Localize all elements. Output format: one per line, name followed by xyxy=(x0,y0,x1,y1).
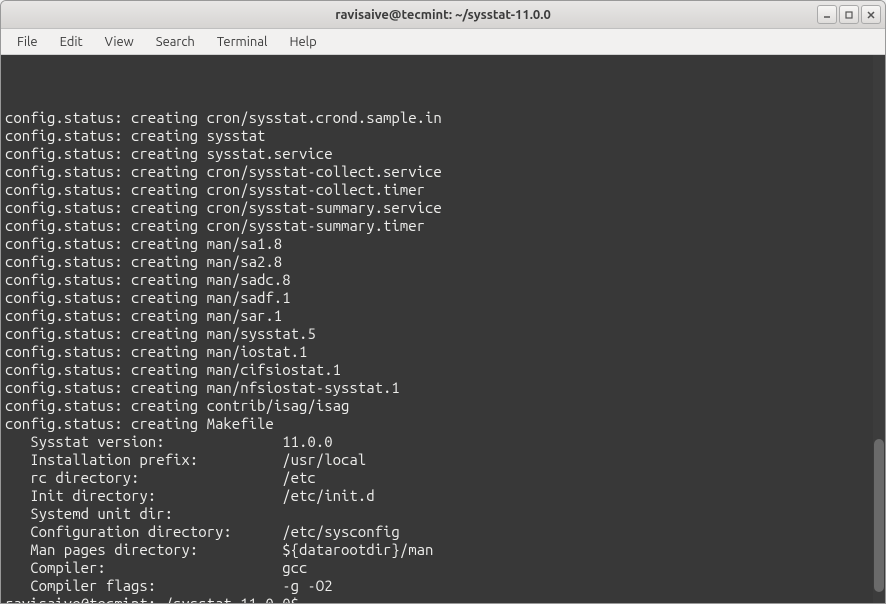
summary-line: Man pages directory: ${datarootdir}/man xyxy=(5,541,881,559)
summary-line: Systemd unit dir: xyxy=(5,505,881,523)
minimize-icon xyxy=(822,10,832,20)
config-status-line: config.status: creating sysstat.service xyxy=(5,145,881,163)
config-status-line: config.status: creating man/sysstat.5 xyxy=(5,325,881,343)
summary-line: Compiler flags: -g -O2 xyxy=(5,577,881,595)
config-status-line: config.status: creating man/sa1.8 xyxy=(5,235,881,253)
window-controls xyxy=(817,5,881,24)
config-status-line: config.status: creating cron/sysstat.cro… xyxy=(5,109,881,127)
summary-line: rc directory: /etc xyxy=(5,469,881,487)
scrollbar-thumb[interactable] xyxy=(874,439,884,592)
menu-terminal[interactable]: Terminal xyxy=(207,32,278,52)
minimize-button[interactable] xyxy=(817,5,837,24)
config-status-line: config.status: creating cron/sysstat-sum… xyxy=(5,217,881,235)
config-status-line: config.status: creating man/nfsiostat-sy… xyxy=(5,379,881,397)
config-status-line: config.status: creating cron/sysstat-sum… xyxy=(5,199,881,217)
summary-line: Init directory: /etc/init.d xyxy=(5,487,881,505)
config-status-line: config.status: creating sysstat xyxy=(5,127,881,145)
maximize-button[interactable] xyxy=(839,5,859,24)
config-status-line: config.status: creating man/iostat.1 xyxy=(5,343,881,361)
close-button[interactable] xyxy=(861,5,881,24)
menu-help[interactable]: Help xyxy=(279,32,326,52)
prompt-line[interactable]: ravisaive@tecmint:~/sysstat-11.0.0$ xyxy=(5,595,881,603)
config-status-line: config.status: creating man/cifsiostat.1 xyxy=(5,361,881,379)
close-icon xyxy=(866,10,876,20)
summary-line: Compiler: gcc xyxy=(5,559,881,577)
scrollbar[interactable] xyxy=(873,55,885,603)
config-status-line: config.status: creating Makefile xyxy=(5,415,881,433)
maximize-icon xyxy=(844,10,854,20)
config-status-line: config.status: creating contrib/isag/isa… xyxy=(5,397,881,415)
config-status-line: config.status: creating man/sadf.1 xyxy=(5,289,881,307)
menubar: File Edit View Search Terminal Help xyxy=(1,29,885,55)
titlebar: ravisaive@tecmint: ~/sysstat-11.0.0 xyxy=(1,1,885,29)
summary-line: Installation prefix: /usr/local xyxy=(5,451,881,469)
menu-view[interactable]: View xyxy=(95,32,144,52)
window-title: ravisaive@tecmint: ~/sysstat-11.0.0 xyxy=(335,8,551,22)
menu-edit[interactable]: Edit xyxy=(50,32,93,52)
terminal-viewport[interactable]: config.status: creating cron/sysstat.cro… xyxy=(1,55,885,603)
summary-line: Sysstat version: 11.0.0 xyxy=(5,433,881,451)
menu-file[interactable]: File xyxy=(7,32,48,52)
config-status-line: config.status: creating cron/sysstat-col… xyxy=(5,163,881,181)
summary-line: Configuration directory: /etc/sysconfig xyxy=(5,523,881,541)
terminal-window: ravisaive@tecmint: ~/sysstat-11.0.0 File… xyxy=(0,0,886,604)
config-status-line: config.status: creating man/sadc.8 xyxy=(5,271,881,289)
config-status-line: config.status: creating man/sar.1 xyxy=(5,307,881,325)
config-status-line: config.status: creating cron/sysstat-col… xyxy=(5,181,881,199)
config-status-line: config.status: creating man/sa2.8 xyxy=(5,253,881,271)
menu-search[interactable]: Search xyxy=(146,32,205,52)
